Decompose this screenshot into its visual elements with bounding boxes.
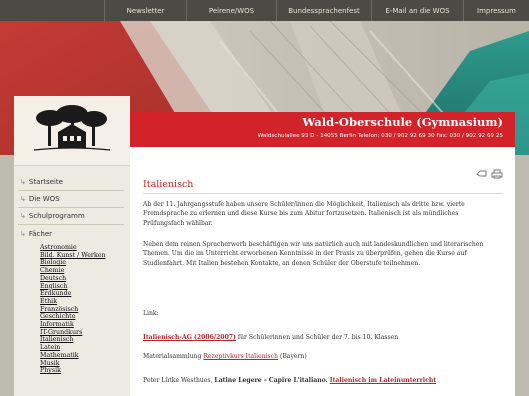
italienisch-ag-link[interactable]: Italienisch-AG (2006/2007) [143,334,236,341]
links-label: Link: [143,310,159,317]
corner-arrow-icon: ↳ [20,195,26,203]
school-address: Waldschulallee 93 D - 14055 Berlin Telef… [257,133,503,139]
sidebar-navigation: ↳ Startseite ↳ Die WOS ↳ Schulprogramm ↳ Fäc… [14,166,130,396]
corner-arrow-icon: ↳ [20,212,26,220]
heading-divider [143,193,503,194]
materials-line: Materialsammlung Rezeptivkurs Italienisc… [143,353,307,360]
subject-link-englisch[interactable]: Englisch [40,283,106,291]
ag-link-line: Italienisch-AG (2006/2007) für Schülerin… [143,334,399,341]
school-header-band: Wald-Oberschule (Gymnasium) Waldschulall… [130,112,515,147]
school-logo-box[interactable] [14,96,130,166]
subject-link-ethik[interactable]: Ethik [40,298,106,306]
sidebar-divider [18,190,124,191]
school-title: Wald-Oberschule (Gymnasium) [302,115,503,129]
page-tools [476,169,503,179]
subject-link-italienisch[interactable]: Italienisch [40,336,106,344]
subject-link-chemie[interactable]: Chemie [40,267,106,275]
sidebar-item-schulprogramm[interactable]: ↳ Schulprogramm [20,212,85,220]
topics-paragraph: Neben dem reinen Spracherwerb beschäftig… [143,241,484,267]
sidebar-item-faecher[interactable]: ↳ Fächer [20,230,52,238]
nav-email[interactable]: E-Mail an die WOS [371,0,463,21]
send-icon[interactable] [476,169,487,178]
sidebar-divider [18,207,124,208]
nav-impressum[interactable]: Impressum [463,0,529,21]
school-logo-icon [33,105,111,151]
nav-peirene-wos[interactable]: Peirene/WOS [186,0,276,21]
subject-link-latein[interactable]: Latein [40,344,106,352]
latin-line: Peter Lütke Westhues, Latine Legere – Ca… [143,377,437,384]
subject-link-deutsch[interactable]: Deutsch [40,275,106,283]
nav-bundessprachenfest[interactable]: Bundessprachenfest [276,0,371,21]
page-title: Italienisch [143,179,194,190]
rezeptivkurs-link[interactable]: Rezeptivkurs Italienisch [203,353,278,360]
main-content: Italienisch Ab der 11. Jahrgangsstufe ha… [130,147,515,396]
sidebar-divider [18,224,124,225]
sidebar-item-die-wos[interactable]: ↳ Die WOS [20,195,60,203]
top-navigation: Newsletter Peirene/WOS Bundessprachenfes… [0,0,529,21]
subject-link-erdkunde[interactable]: Erdkunde [40,290,106,298]
intro-paragraph: Ab der 11. Jahrgangsstufe haben unsere S… [143,201,465,227]
subject-link-bild-kunst[interactable]: Bild. Kunst / Werken [40,252,106,260]
subject-link-astronomie[interactable]: Astronomie [40,244,106,252]
subject-link-it-grundkurs[interactable]: IT-Grundkurs [40,329,106,337]
print-icon[interactable] [491,169,503,179]
subject-list: Astronomie Bild. Kunst / Werken Biologie… [40,244,106,375]
subject-link-biologie[interactable]: Biologie [40,259,106,267]
nav-newsletter[interactable]: Newsletter [104,0,186,21]
subject-link-physik[interactable]: Physik [40,367,106,375]
subject-link-geschichte[interactable]: Geschichte [40,313,106,321]
subject-link-musik[interactable]: Musik [40,360,106,368]
subject-link-franzoesisch[interactable]: Französisch [40,306,106,314]
sidebar-item-startseite[interactable]: ↳ Startseite [20,178,63,186]
subject-link-mathematik[interactable]: Mathematik [40,352,106,360]
corner-arrow-icon: ↳ [20,178,26,186]
latein-link[interactable]: Italienisch im Lateinunterricht [330,377,436,384]
corner-arrow-icon: ↳ [20,230,26,238]
subject-link-informatik[interactable]: Informatik [40,321,106,329]
